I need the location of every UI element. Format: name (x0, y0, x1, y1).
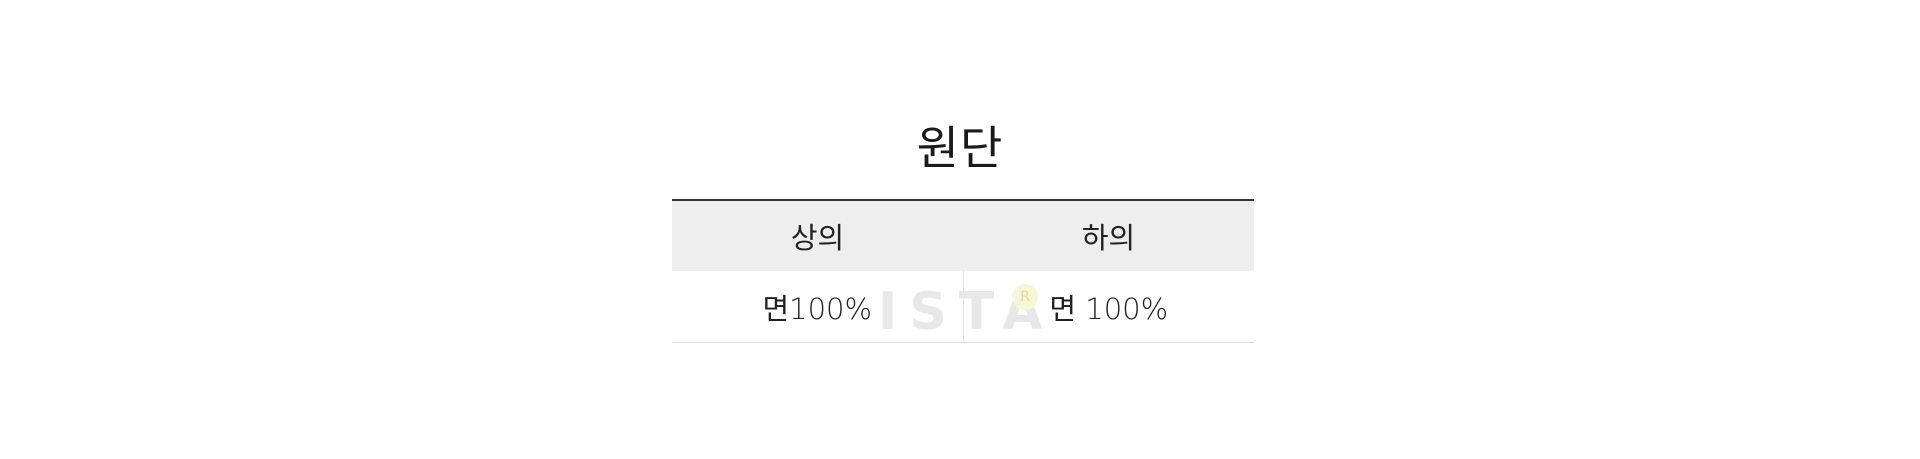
table-header-row: 상의 하의 (672, 199, 1254, 271)
cell-top-fabric: 면100% (672, 271, 963, 343)
fabric-info-section: 원단 상의 하의 면100% 면 100% ISTA R (0, 0, 1920, 459)
header-top: 상의 (672, 199, 963, 271)
cell-bottom-fabric: 면 100% (962, 271, 1254, 343)
fabric-table: 상의 하의 면100% 면 100% (672, 199, 1254, 343)
section-title: 원단 (916, 121, 1004, 175)
header-bottom: 하의 (963, 199, 1254, 271)
table-row: 면100% 면 100% (672, 271, 1254, 343)
